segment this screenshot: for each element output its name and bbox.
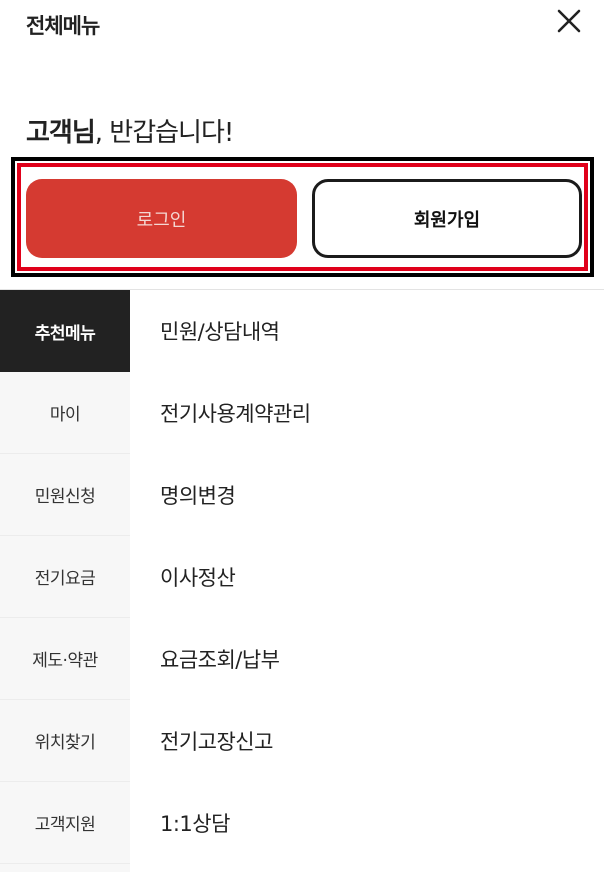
side-nav-item-policy-terms[interactable]: 제도·약관 [0, 618, 130, 700]
side-nav-item-recommended[interactable]: 추천메뉴 [0, 290, 130, 372]
side-nav-item-civil-request[interactable]: 민원신청 [0, 454, 130, 536]
page-title: 전체메뉴 [26, 14, 100, 38]
menu-item-name-change[interactable]: 명의변경 [130, 454, 604, 536]
menu-item-civil-history[interactable]: 민원/상담내역 [130, 290, 604, 372]
side-nav-item-find-location[interactable]: 위치찾기 [0, 700, 130, 782]
greeting-name: 고객님 [26, 118, 96, 148]
greeting-message: , 반갑습니다! [94, 118, 235, 148]
close-button[interactable] [554, 6, 584, 36]
menu-list: 민원/상담내역 전기사용계약관리 명의변경 이사정산 요금조회/납부 전기고장신… [130, 290, 604, 864]
menu-item-one-on-one[interactable]: 1:1상담 [130, 782, 604, 864]
menu-item-bill-payment[interactable]: 요금조회/납부 [130, 618, 604, 700]
header: 전체메뉴 [0, 0, 604, 50]
side-nav-item-my[interactable]: 마이 [0, 372, 130, 454]
login-button[interactable]: 로그인 [26, 179, 297, 258]
menu-item-moving-settlement[interactable]: 이사정산 [130, 536, 604, 618]
greeting: 고객님, 반갑습니다! [26, 112, 235, 149]
side-nav-item-electricity-bill[interactable]: 전기요금 [0, 536, 130, 618]
side-nav: 추천메뉴 마이 민원신청 전기요금 제도·약관 위치찾기 고객지원 [0, 290, 130, 872]
signup-button[interactable]: 회원가입 [312, 179, 582, 258]
menu-item-outage-report[interactable]: 전기고장신고 [130, 700, 604, 782]
close-icon [557, 9, 581, 33]
menu-item-contract-management[interactable]: 전기사용계약관리 [130, 372, 604, 454]
side-nav-item-customer-support[interactable]: 고객지원 [0, 782, 130, 864]
